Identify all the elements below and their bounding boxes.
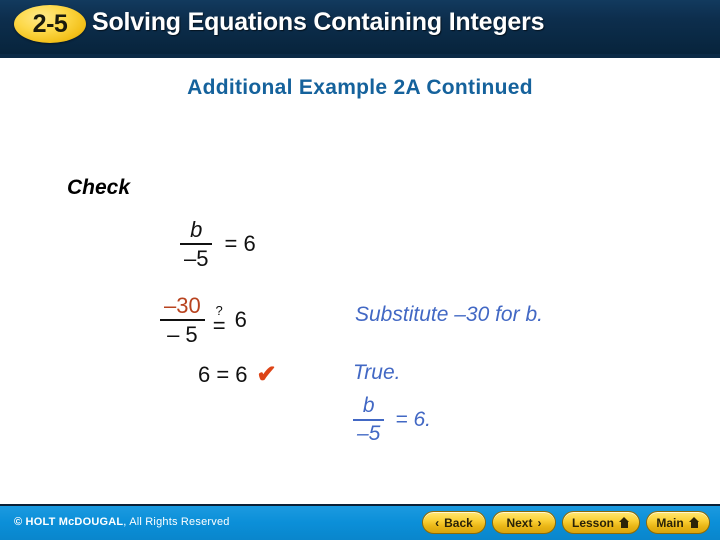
fraction-b-over-neg5: b –5 — [180, 217, 213, 272]
slide-subtitle: Additional Example 2A Continued — [187, 76, 533, 99]
main-button[interactable]: Main — [646, 511, 710, 534]
fraction-numerator: b — [190, 217, 203, 242]
footer-navigation: ‹ Back Next › Lesson Main — [421, 511, 710, 534]
fraction-numerator: b — [362, 394, 375, 417]
equation-right-side: = 6 — [224, 231, 256, 257]
next-button-label: Next — [506, 515, 533, 530]
copyright-rest: , All Rights Reserved — [123, 516, 230, 528]
lesson-button[interactable]: Lesson — [561, 511, 640, 534]
main-button-label: Main — [656, 515, 684, 530]
chevron-right-icon: › — [537, 515, 542, 530]
back-button-label: Back — [444, 515, 473, 530]
result-statement: 6 = 6 — [198, 362, 248, 387]
fraction-denominator: – 5 — [167, 322, 198, 348]
home-icon — [619, 517, 630, 528]
footer-bar: © HOLT McDOUGAL, All Rights Reserved ‹ B… — [0, 504, 720, 540]
fraction-denominator: –5 — [357, 422, 381, 446]
copyright-brand: © HOLT McDOUGAL — [14, 516, 124, 528]
equals-sign: = — [212, 312, 226, 338]
questioned-equals: ? = — [213, 304, 226, 337]
next-button[interactable]: Next › — [491, 511, 556, 534]
fraction-numerator: –30 — [164, 293, 201, 318]
fraction-neg30-over-neg5: –30 – 5 — [160, 294, 205, 346]
annotation-substitute: Substitute –30 for b. — [355, 303, 543, 326]
lesson-button-label: Lesson — [571, 515, 614, 530]
back-button[interactable]: ‹ Back — [421, 511, 486, 534]
annotation-true: True. — [353, 361, 401, 384]
equation-row-original: b –5 = 6 — [180, 218, 256, 270]
lesson-number-badge: 2-5 — [14, 5, 86, 43]
home-icon — [688, 517, 700, 528]
lesson-number-label: 2-5 — [32, 9, 68, 38]
header-bar: 2-5 Solving Equations Containing Integer… — [0, 0, 720, 54]
check-mark-icon: ✔ — [256, 361, 277, 388]
annotation-equation-right-side: = 6. — [395, 408, 431, 432]
page-title: Solving Equations Containing Integers — [92, 8, 545, 36]
chevron-left-icon: ‹ — [435, 515, 440, 530]
equation-right-side: 6 — [234, 307, 247, 333]
equation-row-result: 6 = 6 ✔ — [198, 362, 277, 388]
annotation-true-equation: b –5 = 6. — [353, 394, 431, 446]
equation-row-substituted: –30 – 5 ? = 6 — [160, 294, 247, 346]
fraction-denominator: –5 — [184, 246, 209, 272]
header-underline — [0, 54, 720, 58]
check-heading: Check — [67, 176, 131, 199]
copyright-notice: © HOLT McDOUGAL, All Rights Reserved — [14, 516, 230, 528]
fraction-b-over-neg5-annotation: b –5 — [353, 394, 385, 446]
